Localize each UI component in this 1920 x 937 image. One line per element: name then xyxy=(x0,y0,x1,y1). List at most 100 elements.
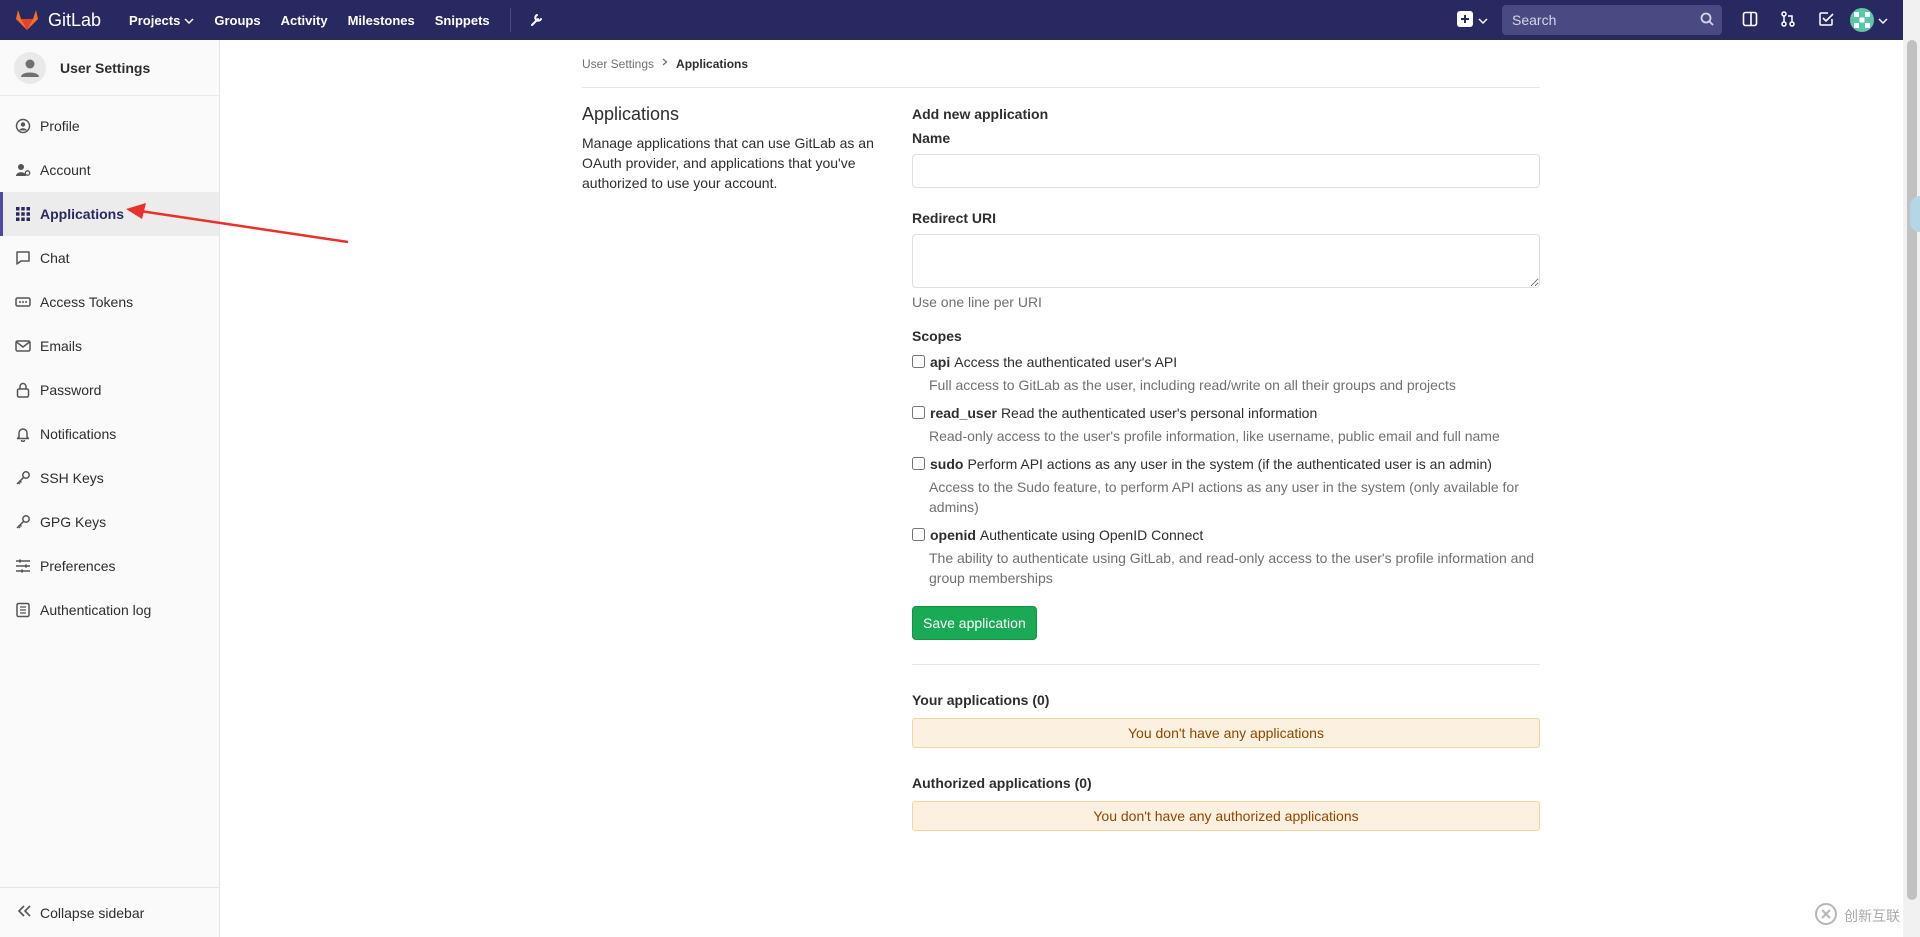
gitlab-brand-link[interactable]: GitLab xyxy=(14,7,101,34)
nav-activity[interactable]: Activity xyxy=(281,13,328,28)
todo-check-icon xyxy=(1818,11,1834,30)
search-box[interactable] xyxy=(1502,5,1722,35)
breadcrumb-applications[interactable]: Applications xyxy=(676,57,748,71)
nav-projects-dropdown[interactable]: Projects xyxy=(129,13,194,28)
sidebar-item-ssh-keys[interactable]: SSH Keys xyxy=(0,456,219,500)
scope-read-user-checkbox[interactable] xyxy=(912,406,925,419)
admin-area-button[interactable] xyxy=(529,11,545,30)
your-applications-title: Your applications (0) xyxy=(912,692,1050,708)
sidebar-item-preferences[interactable]: Preferences xyxy=(0,544,219,588)
chevron-down-icon xyxy=(184,13,194,28)
scope-summary: Read the authenticated user's personal i… xyxy=(1000,405,1318,421)
email-icon xyxy=(15,338,31,354)
brand-name: GitLab xyxy=(48,9,102,30)
account-icon xyxy=(15,162,31,178)
breadcrumb-user-settings[interactable]: User Settings xyxy=(582,57,654,71)
applications-icon xyxy=(15,206,31,222)
search-input[interactable] xyxy=(1510,11,1680,29)
new-application-form: Add new application Name Redirect URI Us… xyxy=(912,104,1540,831)
authorized-applications-empty-state: You don't have any authorized applicatio… xyxy=(912,801,1540,831)
sidebar-item-access-tokens[interactable]: Access Tokens xyxy=(0,280,219,324)
redirect-uri-textarea[interactable] xyxy=(912,234,1540,288)
scope-sudo: sudo Perform API actions as any user in … xyxy=(912,454,1540,517)
nav-groups[interactable]: Groups xyxy=(214,13,260,28)
sidebar-toggle-button[interactable] xyxy=(1742,11,1758,30)
breadcrumb: User Settings Applications xyxy=(582,40,1540,88)
nav-projects-label: Projects xyxy=(129,12,181,28)
sidebar-item-label: Applications xyxy=(40,206,125,222)
gitlab-logo-icon xyxy=(14,7,40,34)
watermark-logo-icon xyxy=(1814,902,1838,929)
name-input[interactable] xyxy=(912,154,1540,188)
scope-summary: Access the authenticated user's API xyxy=(954,354,1178,370)
section-divider xyxy=(912,664,1540,665)
sidebar-item-gpg-keys[interactable]: GPG Keys xyxy=(0,500,219,544)
profile-icon xyxy=(15,118,31,134)
chevron-down-icon xyxy=(1478,12,1488,28)
search-icon xyxy=(1700,12,1714,29)
floating-side-bubble[interactable] xyxy=(1910,196,1920,232)
scope-openid-checkbox[interactable] xyxy=(912,528,925,541)
sidebar-title: User Settings xyxy=(60,59,151,76)
todos-button[interactable] xyxy=(1818,11,1834,30)
name-label: Name xyxy=(912,130,951,146)
sidebar-item-label: Preferences xyxy=(40,558,116,574)
page-scrollbar[interactable] xyxy=(1903,0,1920,937)
scope-name: openid xyxy=(930,527,976,543)
lock-icon xyxy=(15,382,31,398)
scope-sudo-checkbox[interactable] xyxy=(912,457,925,470)
bell-icon xyxy=(15,426,31,442)
sidebar-item-password[interactable]: Password xyxy=(0,368,219,412)
sidebar-item-label: Account xyxy=(40,162,91,178)
save-application-button[interactable]: Save application xyxy=(912,606,1037,640)
form-heading: Add new application xyxy=(912,106,1049,122)
redirect-uri-label: Redirect URI xyxy=(912,210,997,226)
user-menu-dropdown[interactable] xyxy=(1850,8,1888,32)
collapse-sidebar-label: Collapse sidebar xyxy=(40,904,145,921)
scrollbar-thumb[interactable] xyxy=(1907,40,1917,900)
collapse-sidebar-button[interactable]: Collapse sidebar xyxy=(0,887,219,937)
nav-milestones[interactable]: Milestones xyxy=(348,13,415,28)
double-chevron-left-icon xyxy=(16,904,32,921)
new-item-dropdown[interactable] xyxy=(1456,10,1488,31)
sidebar-item-account[interactable]: Account xyxy=(0,148,219,192)
nav-divider xyxy=(509,8,511,32)
key-icon xyxy=(15,470,31,486)
your-applications-empty-state: You don't have any applications xyxy=(912,718,1540,748)
log-icon xyxy=(15,602,31,618)
sidebar-item-label: SSH Keys xyxy=(40,470,104,486)
wrench-icon xyxy=(529,11,545,30)
access-tokens-icon xyxy=(15,294,31,310)
scope-description: Read-only access to the user's profile i… xyxy=(929,428,1500,444)
sidebar-item-authentication-log[interactable]: Authentication log xyxy=(0,588,219,632)
watermark-text: 创新互联 xyxy=(1844,907,1900,924)
sidebar-item-label: GPG Keys xyxy=(40,514,107,530)
scope-name: read_user xyxy=(930,405,997,421)
merge-requests-button[interactable] xyxy=(1780,10,1796,30)
main-content: User Settings Applications Applications … xyxy=(582,40,1540,831)
preferences-icon xyxy=(15,558,31,574)
scope-api-checkbox[interactable] xyxy=(912,355,925,368)
scope-summary: Authenticate using OpenID Connect xyxy=(979,527,1204,543)
nav-snippets[interactable]: Snippets xyxy=(435,13,490,28)
sidebar-item-label: Emails xyxy=(40,338,83,354)
authorized-applications-title: Authorized applications (0) xyxy=(912,775,1092,791)
sidebar-item-emails[interactable]: Emails xyxy=(0,324,219,368)
merge-request-icon xyxy=(1780,10,1796,30)
sidebar-item-label: Notifications xyxy=(40,426,117,442)
sidebar-item-profile[interactable]: Profile xyxy=(0,104,219,148)
page-description: Manage applications that can use GitLab … xyxy=(582,135,874,191)
sidebar-header[interactable]: User Settings xyxy=(0,40,219,96)
key-icon xyxy=(15,514,31,530)
scope-name: api xyxy=(930,354,951,370)
top-navbar: GitLab Projects Groups Activity Mileston… xyxy=(0,0,1920,40)
avatar xyxy=(1850,8,1874,32)
sidebar-item-notifications[interactable]: Notifications xyxy=(0,412,219,456)
scope-name: sudo xyxy=(930,456,964,472)
scope-description: Access to the Sudo feature, to perform A… xyxy=(929,479,1519,515)
settings-sidebar: User Settings Profile Account Applicatio… xyxy=(0,40,220,937)
user-avatar-icon xyxy=(14,51,46,84)
sidebar-icon xyxy=(1742,11,1758,30)
sidebar-item-label: Chat xyxy=(40,250,70,266)
scope-summary: Perform API actions as any user in the s… xyxy=(967,456,1492,472)
